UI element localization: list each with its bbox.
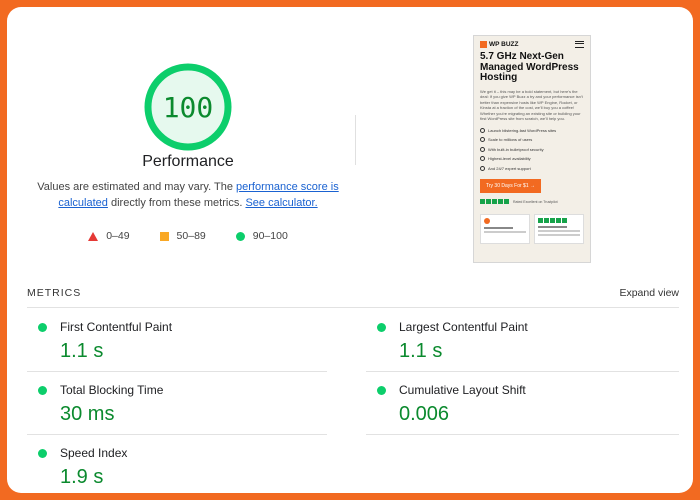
metrics-label: METRICS — [27, 287, 82, 299]
metric-value: 1.1 s — [399, 340, 443, 362]
thumb-cta-button: Try 30 Days For $1 → — [480, 179, 541, 193]
thumb-bullet: Launch blistering-fast WordPress sites — [480, 126, 584, 136]
metric-row-divider — [27, 434, 327, 435]
thumb-bullet-text: Scale to millions of users — [488, 137, 533, 142]
description-text-mid: directly from these metrics. — [107, 197, 246, 209]
thumb-bullet-text: With built-in bulletproof security — [488, 146, 544, 152]
metric-name: First Contentful Paint — [60, 320, 173, 334]
check-circle-icon — [480, 146, 485, 152]
metric-name: Speed Index — [60, 446, 128, 460]
thumb-bullet: With built-in bulletproof security — [480, 145, 584, 155]
vertical-divider — [355, 115, 356, 165]
metric-total-blocking-time[interactable]: Total Blocking Time 30 ms — [27, 383, 327, 426]
trustpilot-stars-icon — [480, 199, 509, 204]
fail-triangle-icon — [88, 231, 99, 241]
thumb-hero-heading: 5.7 GHz Next-Gen Managed WordPress Hosti… — [480, 51, 579, 83]
legend-average: 50–89 — [159, 230, 206, 242]
thumb-rating-text: Rated Excellent on Trustpilot — [513, 199, 558, 204]
hamburger-menu-icon — [575, 41, 584, 48]
performance-score: 100 — [162, 90, 214, 124]
thumb-review-cards — [474, 204, 590, 244]
check-circle-icon — [480, 137, 485, 143]
thumb-body-text: We get it – this may be a bold statement… — [480, 88, 583, 122]
metric-name: Cumulative Layout Shift — [399, 383, 526, 397]
metric-value: 1.9 s — [60, 466, 104, 488]
metric-name: Largest Contentful Paint — [399, 320, 528, 334]
check-circle-icon — [480, 127, 485, 133]
thumb-logo-icon — [480, 41, 487, 48]
reviewer-avatar-icon — [484, 218, 490, 224]
metrics-header: METRICS Expand view — [27, 287, 679, 299]
legend-fail-range: 0–49 — [106, 230, 130, 242]
thumb-review-card — [534, 214, 584, 244]
thumb-bullet: Scale to millions of users — [480, 135, 584, 145]
metric-row-divider — [27, 371, 327, 372]
pass-circle-icon — [377, 385, 386, 395]
thumb-bullet-text: Highest-level availability — [488, 156, 531, 161]
performance-gauge[interactable]: 100 — [144, 63, 232, 151]
pass-circle-icon — [38, 448, 47, 458]
legend-pass: 90–100 — [235, 230, 288, 242]
performance-description: Values are estimated and may vary. The p… — [27, 179, 349, 211]
thumb-review-card — [480, 214, 530, 244]
page-screenshot-thumbnail[interactable]: WP BUZZ 5.7 GHz Next-Gen Managed WordPre… — [473, 35, 591, 263]
legend-fail: 0–49 — [88, 230, 130, 242]
thumb-logo-text: WP BUZZ — [489, 41, 519, 48]
pass-circle-icon — [235, 231, 245, 241]
pass-circle-icon — [377, 322, 386, 332]
metrics-divider — [27, 307, 679, 308]
thumb-header: WP BUZZ — [474, 36, 590, 48]
review-stars-icon — [538, 218, 580, 223]
metric-row-divider — [366, 371, 679, 372]
thumb-bullet: And 24/7 expert support — [480, 164, 584, 174]
see-calculator-link[interactable]: See calculator. — [245, 197, 317, 209]
metric-row-divider — [366, 434, 679, 435]
thumb-bullet-list: Launch blistering-fast WordPress sites S… — [474, 122, 590, 174]
thumb-rating: Rated Excellent on Trustpilot — [474, 193, 590, 204]
score-legend: 0–49 50–89 90–100 — [7, 230, 369, 242]
metric-speed-index[interactable]: Speed Index 1.9 s — [27, 446, 327, 489]
thumb-bullet-text: Launch blistering-fast WordPress sites — [488, 127, 557, 133]
average-square-icon — [159, 231, 169, 241]
performance-title: Performance — [142, 153, 234, 170]
metric-value: 30 ms — [60, 403, 115, 425]
pass-circle-icon — [38, 322, 47, 332]
legend-average-range: 50–89 — [176, 230, 206, 242]
description-text-start: Values are estimated and may vary. The — [37, 181, 236, 193]
thumb-bullet: Highest-level availability — [480, 154, 584, 164]
thumb-logo: WP BUZZ — [480, 41, 519, 48]
expand-view-toggle[interactable]: Expand view — [619, 287, 679, 299]
metric-value: 0.006 — [399, 403, 450, 425]
lighthouse-report-card: 100 Performance Values are estimated and… — [7, 7, 693, 493]
metric-first-contentful-paint[interactable]: First Contentful Paint 1.1 s — [27, 320, 327, 363]
metric-name: Total Blocking Time — [60, 383, 164, 397]
metric-value: 1.1 s — [60, 340, 104, 362]
check-circle-icon — [480, 156, 485, 162]
legend-pass-range: 90–100 — [252, 230, 288, 242]
metric-largest-contentful-paint[interactable]: Largest Contentful Paint 1.1 s — [366, 320, 666, 363]
check-circle-icon — [480, 165, 485, 171]
thumb-bullet-text: And 24/7 expert support — [488, 165, 531, 171]
metric-cumulative-layout-shift[interactable]: Cumulative Layout Shift 0.006 — [366, 383, 666, 426]
pass-circle-icon — [38, 385, 47, 395]
